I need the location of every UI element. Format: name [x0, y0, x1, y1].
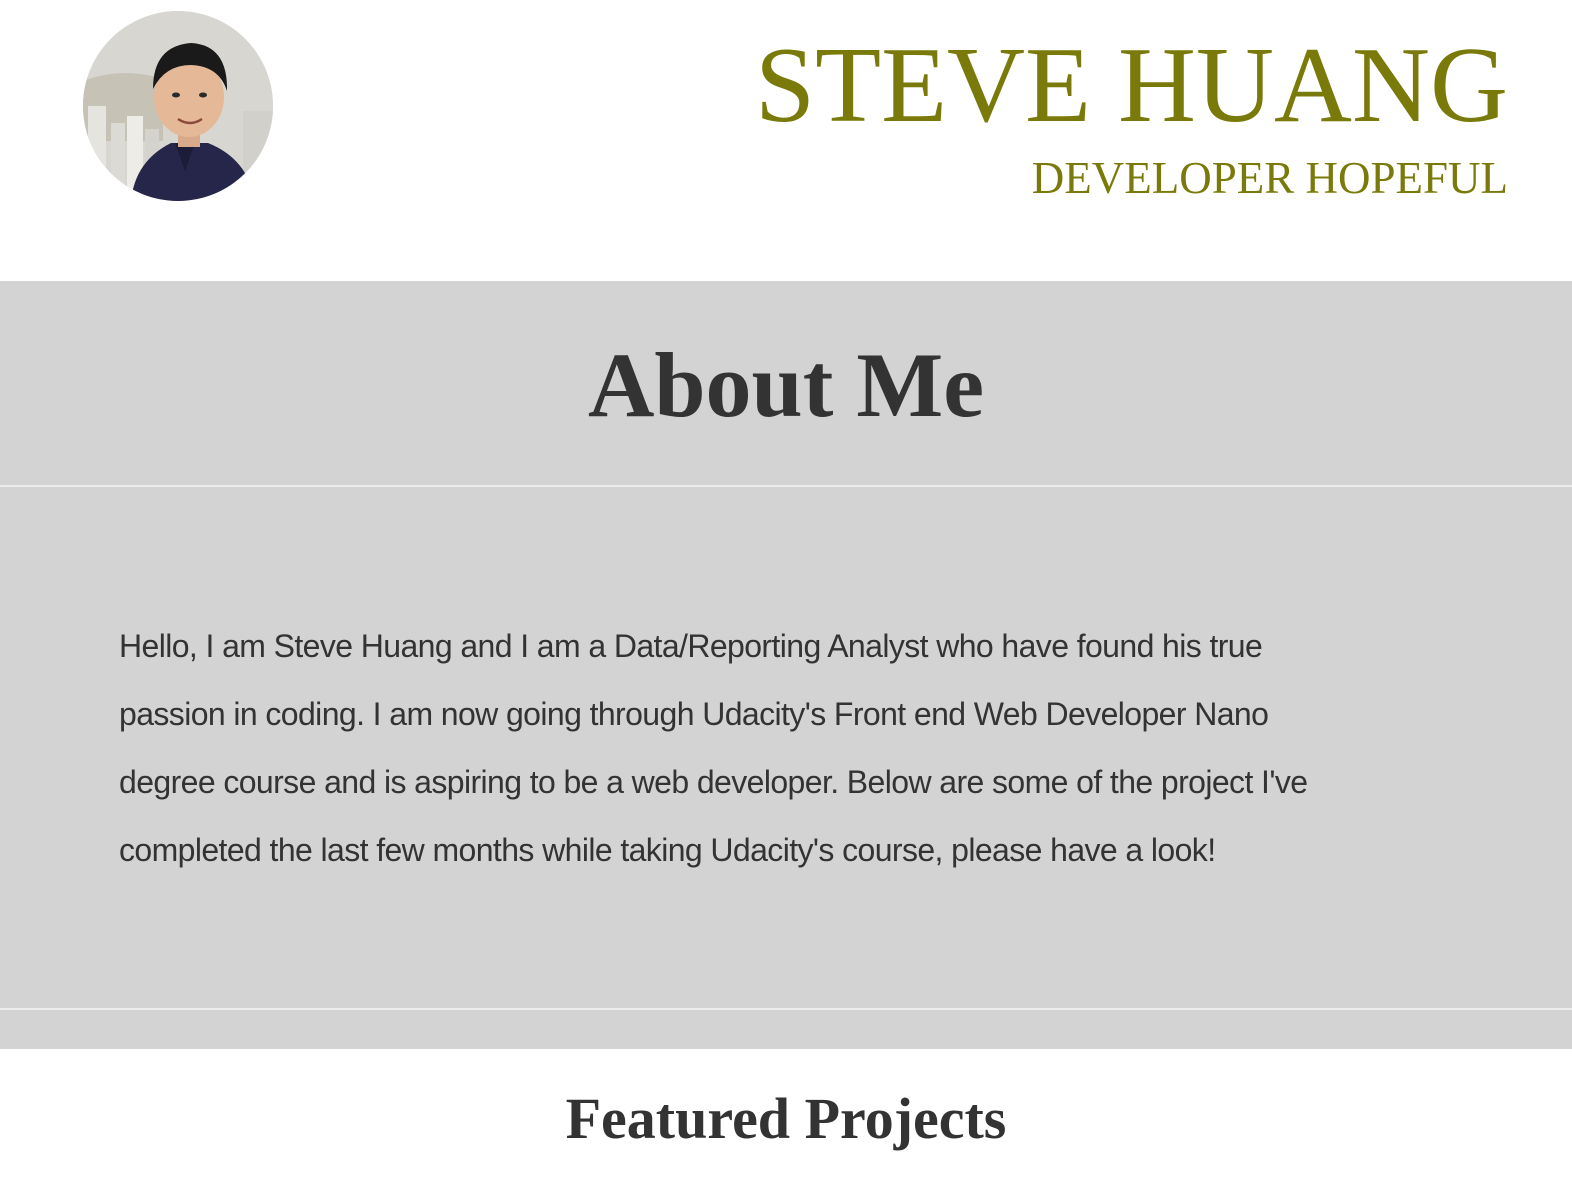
about-paragraph: Hello, I am Steve Huang and I am a Data/…	[119, 612, 1439, 884]
about-section: About Me Hello, I am Steve Huang and I a…	[0, 281, 1572, 1049]
site-name: STEVE HUANG	[755, 26, 1508, 145]
about-divider-bottom	[0, 1008, 1572, 1010]
about-line: completed the last few months while taki…	[119, 832, 1216, 868]
about-title: About Me	[587, 334, 985, 436]
about-line: passion in coding. I am now going throug…	[119, 696, 1269, 732]
header: STEVE HUANG DEVELOPER HOPEFUL	[0, 0, 1572, 281]
avatar	[83, 11, 273, 201]
site-tagline: DEVELOPER HOPEFUL	[1031, 153, 1508, 203]
about-line: Hello, I am Steve Huang and I am a Data/…	[119, 628, 1263, 664]
profile-photo-icon	[83, 11, 273, 201]
about-divider-top	[0, 485, 1572, 487]
featured-projects-title: Featured Projects	[565, 1086, 1007, 1151]
about-line: degree course and is aspiring to be a we…	[119, 764, 1308, 800]
